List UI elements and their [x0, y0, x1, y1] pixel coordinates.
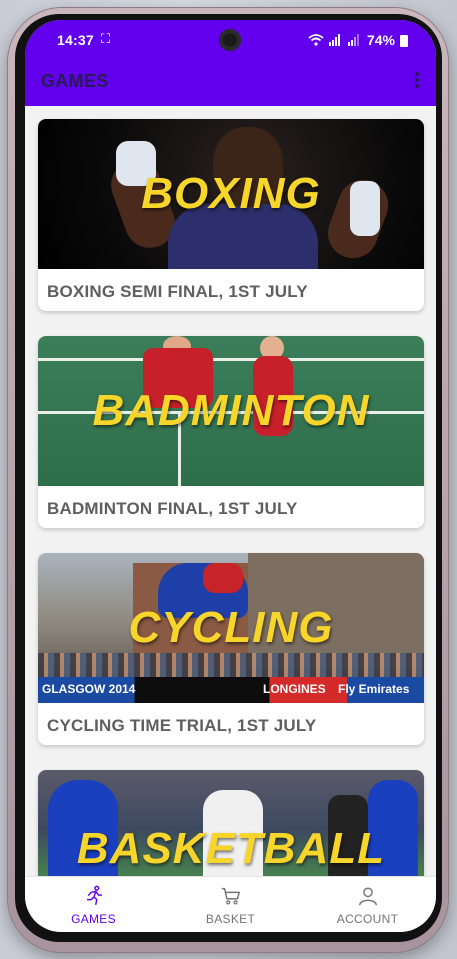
card-overlay-title: BASKETBALL — [76, 824, 386, 873]
nav-games-label: GAMES — [71, 912, 116, 926]
nav-account[interactable]: ACCOUNT — [299, 877, 436, 932]
basketball-image: BASKETBALL — [38, 770, 424, 876]
signal-2-icon — [347, 34, 359, 46]
app-bar: GAMES — [25, 58, 436, 106]
nav-account-label: ACCOUNT — [336, 912, 399, 926]
card-overlay-title: BADMINTON — [92, 386, 370, 435]
wifi-icon — [308, 34, 324, 46]
nav-games[interactable]: GAMES — [25, 877, 162, 932]
banner-text: GLASGOW 2014 — [42, 682, 136, 696]
card-caption: BOXING SEMI FINAL, 1ST JULY — [47, 282, 308, 301]
running-person-icon — [86, 885, 102, 905]
game-card-cycling[interactable]: GLASGOW 2014 LONGINES Fly Emirates CYCLI… — [38, 553, 424, 745]
cart-icon — [221, 887, 240, 905]
games-list[interactable]: BOXING BOXING SEMI FINAL, 1ST JULY BADMI… — [25, 106, 436, 876]
nav-basket-label: BASKET — [205, 912, 256, 926]
game-card-basketball[interactable]: BASKETBALL — [38, 770, 424, 876]
card-overlay-title: BOXING — [141, 169, 321, 218]
badminton-image: BADMINTON — [38, 336, 424, 486]
front-camera — [219, 29, 241, 51]
page-title: GAMES — [41, 71, 109, 91]
battery-percent: 74% — [366, 32, 395, 48]
status-icons: 74% — [308, 32, 408, 48]
phone-screen: 14:37 ⛶ 74% GAMES BOXING BOXING SEMI FIN… — [25, 20, 436, 932]
banner-text: LONGINES — [263, 682, 326, 696]
person-icon — [358, 887, 377, 906]
game-card-boxing[interactable]: BOXING BOXING SEMI FINAL, 1ST JULY — [38, 119, 424, 311]
status-bar: 14:37 ⛶ 74% — [25, 20, 436, 58]
card-overlay-title: CYCLING — [128, 603, 334, 652]
more-vert-icon[interactable] — [412, 70, 422, 94]
game-card-badminton[interactable]: BADMINTON BADMINTON FINAL, 1ST JULY — [38, 336, 424, 528]
cycling-image: GLASGOW 2014 LONGINES Fly Emirates CYCLI… — [38, 553, 424, 703]
battery-icon — [400, 35, 408, 47]
card-caption: BADMINTON FINAL, 1ST JULY — [47, 499, 298, 518]
card-caption: CYCLING TIME TRIAL, 1ST JULY — [47, 716, 317, 735]
nav-basket[interactable]: BASKET — [162, 877, 299, 932]
screenshot-icon: ⛶ — [101, 31, 111, 46]
signal-icon — [328, 34, 340, 46]
status-time: 14:37 — [57, 32, 94, 48]
banner-text: Fly Emirates — [338, 682, 410, 696]
boxing-image: BOXING — [38, 119, 424, 269]
bottom-navigation: GAMES BASKET ACCOUNT — [25, 876, 436, 932]
